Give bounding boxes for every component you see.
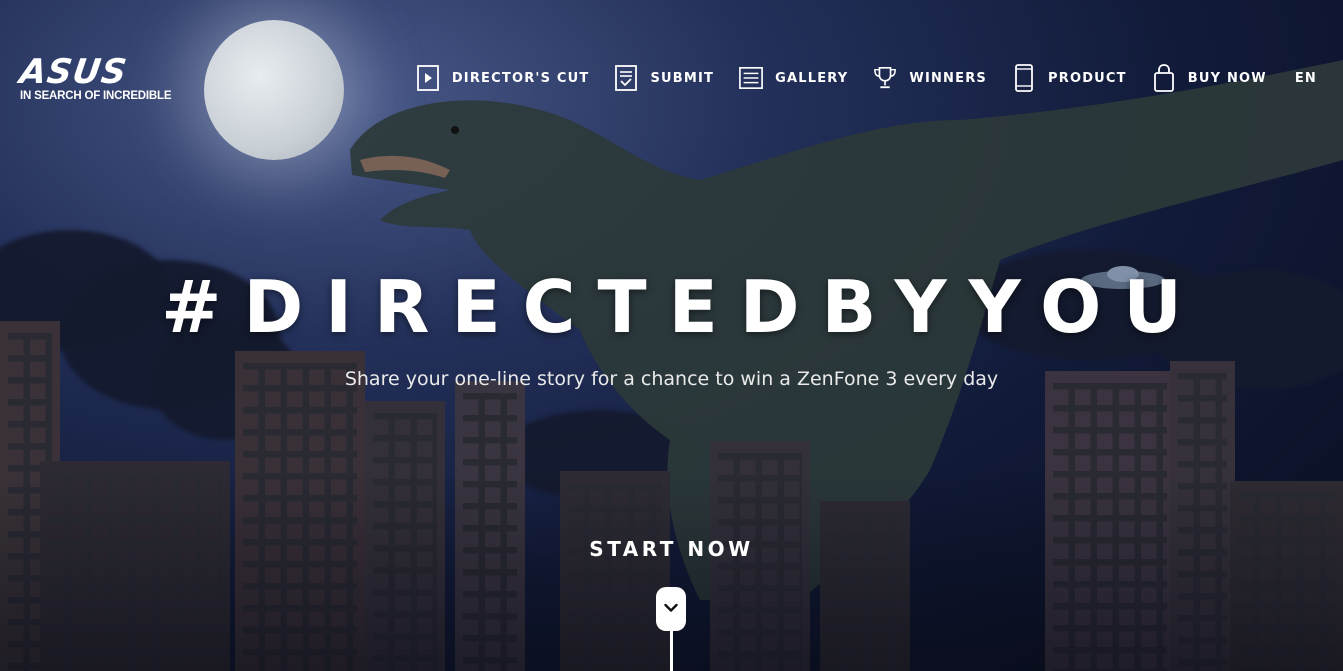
trophy-icon [873, 64, 897, 92]
nav-buy-now[interactable]: BUY NOW [1152, 64, 1267, 92]
nav-label: BUY NOW [1187, 70, 1267, 86]
submit-icon [614, 64, 638, 92]
nav-label: PRODUCT [1048, 70, 1127, 86]
scroll-down-button[interactable] [656, 587, 686, 631]
nav-label: SUBMIT [650, 70, 715, 86]
nav-label: GALLERY [775, 70, 849, 86]
site-header: ASUS IN SEARCH OF INCREDIBLE DIRECTOR'S … [0, 0, 1343, 160]
nav-winners[interactable]: WINNERS [873, 64, 987, 92]
start-now-button[interactable]: START NOW [0, 537, 1343, 561]
nav-product[interactable]: PRODUCT [1012, 64, 1127, 92]
chevron-down-icon [664, 600, 678, 618]
main-nav: DIRECTOR'S CUT SUBMIT GALLERY WINNERS PR… [391, 64, 1317, 92]
nav-label: WINNERS [909, 70, 987, 86]
nav-gallery[interactable]: GALLERY [739, 64, 848, 92]
gallery-icon [739, 64, 764, 92]
shopping-bag-icon [1152, 64, 1176, 92]
language-selector[interactable]: EN [1295, 71, 1317, 86]
nav-directors-cut[interactable]: DIRECTOR'S CUT [416, 64, 590, 92]
scroll-indicator-line [670, 631, 673, 671]
phone-icon [1012, 64, 1036, 92]
asus-logo[interactable]: ASUS IN SEARCH OF INCREDIBLE [17, 52, 171, 102]
nav-submit[interactable]: SUBMIT [614, 64, 714, 92]
language-label: EN [1294, 70, 1317, 86]
hero-title: #DIRECTEDBYYOU [161, 265, 1204, 349]
logo-wordmark: ASUS [17, 52, 130, 92]
nav-label: DIRECTOR'S CUT [451, 70, 590, 86]
hero-subtitle: Share your one-line story for a chance t… [344, 368, 999, 390]
play-icon [416, 64, 440, 92]
